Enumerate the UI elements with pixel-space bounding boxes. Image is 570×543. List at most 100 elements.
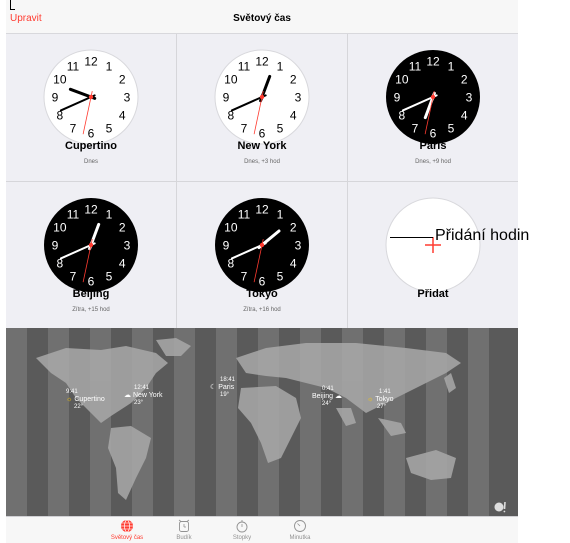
clock-numeral: 2	[461, 73, 468, 87]
clock-numeral: 12	[84, 203, 98, 217]
map-city-cupertino: 9:41 ☼ Cupertino 22°	[66, 388, 105, 411]
clock-numeral: 9	[52, 239, 59, 253]
map-city-name: Cupertino	[74, 396, 105, 403]
tab-label: Budík	[176, 535, 192, 541]
clock-numeral: 1	[277, 59, 284, 73]
world-map: 9:41 ☼ Cupertino 22° 12:41 ☁ New York 23…	[6, 328, 518, 516]
globe-icon	[121, 519, 133, 533]
clock-numeral: 10	[53, 221, 67, 235]
clock-grid: 12 1 2 3 4 5 6 7 8 9 10 11 Cupertino Dnes 12 1 2 3 4 5 6 7…	[6, 34, 518, 328]
clock-numeral: 11	[67, 59, 80, 73]
clock-numeral: 1	[277, 207, 284, 221]
clock-numeral: 3	[295, 91, 302, 105]
map-city-time: 12:41	[134, 385, 150, 391]
clock-numeral: 12	[426, 55, 440, 69]
clock-numeral: 6	[259, 275, 266, 289]
page-title: Světový čas	[233, 13, 291, 24]
clock-numeral: 3	[466, 91, 473, 105]
clock-numeral: 12	[255, 203, 269, 217]
clock-numeral: 5	[277, 270, 284, 284]
city-name: Cupertino	[65, 140, 117, 152]
clock-numeral: 4	[461, 109, 468, 123]
clock-numeral: 5	[106, 270, 113, 284]
map-city-temp: 22°	[74, 404, 84, 410]
clock-numeral: 6	[88, 127, 95, 141]
map-city-time: 0:41	[322, 386, 334, 392]
clock-numeral: 4	[119, 109, 126, 123]
tab-stopwatch[interactable]: Stopky	[212, 519, 272, 541]
clock-cell-tokyo[interactable]: 12 1 2 3 4 5 6 7 8 9 10 11 Tokyo Zítra, +16 hod	[177, 182, 347, 329]
clock-numeral: 3	[295, 239, 302, 253]
navigation-bar: Upravit Světový čas	[6, 0, 518, 34]
clock-numeral: 5	[448, 122, 455, 136]
analog-clock: 12 1234567891011	[215, 198, 309, 292]
map-city-tokyo: 1:41 ☼ Tokyo 27°	[367, 388, 394, 411]
clock-numeral: 2	[290, 221, 297, 235]
clock-center-dot	[88, 242, 94, 248]
analog-clock: 12 1234567891011	[386, 50, 480, 144]
cloud-icon: ☁	[124, 392, 131, 399]
clock-numeral: 7	[241, 270, 248, 284]
city-name: Paris	[419, 140, 447, 152]
clock-numeral: 7	[70, 122, 77, 136]
clock-cell-paris[interactable]: 12 1 2 3 4 5 6 7 8 9 10 11 Paris Dnes, +9 hod	[348, 34, 518, 181]
alarm-clock-icon	[178, 519, 190, 532]
clock-numeral: 10	[395, 73, 409, 87]
sun-icon: ☼	[66, 396, 73, 403]
callout-add-clock: Přidání hodin	[435, 227, 530, 244]
clock-cell-new-york[interactable]: 12 1 2 3 4 5 6 7 8 9 10 11 New York Dnes, +3 hod	[177, 34, 347, 181]
clock-center-dot	[430, 94, 436, 100]
analog-clock: 12 1234567891011	[214, 49, 310, 145]
tab-alarm[interactable]: Budík	[154, 519, 214, 541]
stopwatch-icon	[236, 520, 248, 533]
clock-numeral: 1	[106, 207, 113, 221]
map-city-beijing: 0:41 Beijing ☁ 24°	[312, 385, 342, 408]
clock-numeral: 3	[124, 91, 131, 105]
clock-numeral: 5	[106, 122, 113, 136]
world-map-graphic	[6, 328, 489, 516]
clock-numeral: 11	[238, 59, 251, 73]
clock-numeral: 4	[119, 257, 126, 271]
analog-clock: 12 1234567891011	[44, 198, 138, 292]
tab-label: Stopky	[232, 535, 252, 541]
clock-center-dot	[259, 94, 265, 100]
clock-numeral: 2	[119, 221, 126, 235]
map-city-temp: 19°	[220, 392, 230, 398]
map-city-temp: 24°	[322, 401, 332, 407]
clock-numeral: 9	[223, 91, 230, 105]
moon-icon: ☾	[210, 384, 217, 391]
clock-numeral: 9	[394, 91, 401, 105]
clock-numeral: 1	[448, 59, 455, 73]
clock-numeral: 11	[238, 207, 251, 221]
tab-timer[interactable]: Minutka	[270, 519, 330, 541]
time-offset: Zítra, +15 hod	[72, 307, 110, 313]
clock-numeral: 6	[88, 275, 95, 289]
clock-numeral: 7	[241, 122, 248, 136]
clock-numeral: 10	[53, 73, 67, 87]
add-clock-button[interactable]	[383, 195, 483, 295]
map-city-name: Paris	[218, 384, 235, 391]
time-offset: Dnes, +9 hod	[415, 159, 451, 165]
clock-numeral: 2	[290, 73, 297, 87]
world-clock-screen: Upravit Světový čas 12 1 2 3 4 5 6 7 8 9 10 11 Cupe…	[6, 0, 518, 543]
time-offset: Dnes, +3 hod	[244, 159, 280, 165]
clock-numeral: 12	[255, 55, 269, 69]
clock-numeral: 2	[119, 73, 126, 87]
clock-cell-beijing[interactable]: 12 1 2 3 4 5 6 7 8 9 10 11 Beijing Zítra, +15 hod	[6, 182, 176, 329]
clock-cell-cupertino[interactable]: 12 1 2 3 4 5 6 7 8 9 10 11 Cupertino Dnes	[6, 34, 176, 181]
tab-label: Minutka	[289, 535, 311, 541]
clock-numeral: 4	[290, 257, 297, 271]
clock-numeral: 10	[224, 73, 238, 87]
map-city-time: 1:41	[379, 389, 391, 395]
tab-label: Světový čas	[110, 535, 144, 541]
map-city-time: 18:41	[220, 377, 236, 383]
tab-bar: Světový čas Budík Stopky Minutka	[6, 516, 518, 543]
clock-numeral: 5	[277, 122, 284, 136]
add-clock-cell[interactable]: Přidat	[348, 182, 518, 329]
map-city-name: New York	[132, 392, 163, 399]
clock-numeral: 6	[430, 127, 437, 141]
clock-numeral: 7	[70, 270, 77, 284]
tab-world-clock[interactable]: Světový čas	[97, 519, 157, 541]
time-offset: Zítra, +16 hod	[243, 307, 281, 313]
clock-numeral: 11	[67, 207, 80, 221]
